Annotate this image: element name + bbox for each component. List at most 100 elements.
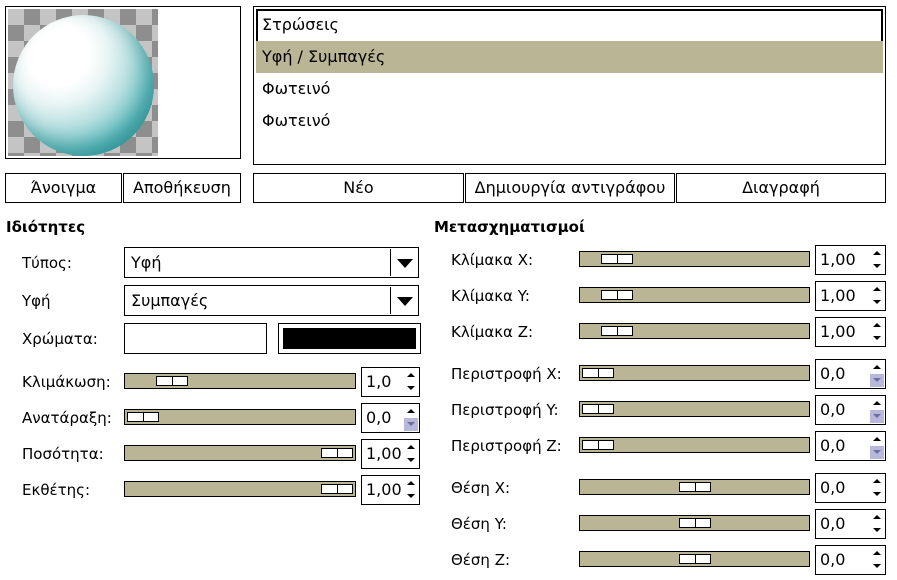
- scale-spin[interactable]: 1,0: [361, 367, 420, 397]
- spin-down-icon[interactable]: [870, 260, 884, 273]
- turbulence-value: 0,0: [366, 408, 392, 427]
- slider-thumb[interactable]: [601, 326, 633, 336]
- transform-slider[interactable]: [579, 323, 810, 339]
- transform-value: 0,0: [820, 478, 846, 497]
- spin-down-icon[interactable]: [870, 488, 884, 501]
- transform-label: Κλίμακα X:: [451, 251, 534, 269]
- slider-thumb[interactable]: [679, 482, 711, 492]
- spin-up-icon[interactable]: [870, 433, 884, 446]
- transform-slider[interactable]: [579, 365, 810, 381]
- transform-spin[interactable]: 1,00: [815, 281, 886, 311]
- transform-value: 0,0: [820, 400, 846, 419]
- spin-down-icon[interactable]: [870, 560, 884, 573]
- spin-down-icon[interactable]: [404, 382, 418, 395]
- spin-down-icon[interactable]: [404, 454, 418, 467]
- slider-thumb[interactable]: [156, 376, 188, 386]
- spin-up-icon[interactable]: [870, 283, 884, 296]
- spin-down-icon: [404, 418, 418, 431]
- texture-combo[interactable]: Συμπαγές: [124, 285, 419, 316]
- spin-up-icon[interactable]: [404, 405, 418, 418]
- spin-up-icon[interactable]: [870, 475, 884, 488]
- spin-up-icon[interactable]: [870, 397, 884, 410]
- spin-up-icon[interactable]: [404, 441, 418, 454]
- slider-thumb[interactable]: [679, 518, 711, 528]
- list-item[interactable]: Φωτεινό: [256, 105, 883, 137]
- spin-up-icon[interactable]: [870, 319, 884, 332]
- transform-slider[interactable]: [579, 551, 810, 567]
- chevron-down-icon[interactable]: [390, 287, 417, 314]
- transform-spin[interactable]: 0,0: [815, 359, 886, 389]
- chevron-down-icon[interactable]: [390, 249, 417, 276]
- transform-spin[interactable]: 0,0: [815, 509, 886, 539]
- transform-label: Περιστροφή Z:: [451, 437, 562, 455]
- list-item[interactable]: Υφή / Συμπαγές: [256, 41, 883, 73]
- type-label: Τύπος:: [22, 254, 72, 272]
- transform-slider[interactable]: [579, 251, 810, 267]
- color2-swatch[interactable]: [278, 323, 421, 354]
- transform-value: 0,0: [820, 364, 846, 383]
- transform-spin[interactable]: 0,0: [815, 545, 886, 575]
- scale-slider[interactable]: [124, 373, 356, 389]
- slider-thumb[interactable]: [601, 254, 633, 264]
- spin-up-icon[interactable]: [870, 511, 884, 524]
- slider-thumb[interactable]: [582, 368, 614, 378]
- color1-swatch[interactable]: [124, 323, 267, 354]
- transform-slider[interactable]: [579, 287, 810, 303]
- turbulence-slider[interactable]: [124, 409, 356, 425]
- list-item[interactable]: Στρώσεις: [256, 9, 883, 45]
- exponent-spin[interactable]: 1,00: [361, 475, 420, 505]
- exponent-value: 1,00: [366, 480, 402, 499]
- turbulence-label: Ανατάραξη:: [22, 409, 112, 427]
- duplicate-button[interactable]: Δημιουργία αντιγράφου: [465, 173, 675, 203]
- turbulence-spin[interactable]: 0,0: [361, 403, 420, 433]
- amount-spin[interactable]: 1,00: [361, 439, 420, 469]
- exponent-slider[interactable]: [124, 481, 356, 497]
- transform-spin[interactable]: 1,00: [815, 245, 886, 275]
- type-combo[interactable]: Υφή: [124, 247, 419, 278]
- spin-down-icon[interactable]: [404, 490, 418, 503]
- transform-label: Κλίμακα Z:: [451, 323, 534, 341]
- spin-down-icon[interactable]: [870, 296, 884, 309]
- scale-label: Κλιμάκωση:: [22, 373, 111, 391]
- layer-list[interactable]: Στρώσεις Υφή / Συμπαγές Φωτεινό Φωτεινό: [253, 6, 886, 165]
- type-combo-value: Υφή: [131, 253, 162, 272]
- slider-thumb[interactable]: [127, 412, 159, 422]
- slider-thumb[interactable]: [582, 404, 614, 414]
- spin-up-icon[interactable]: [404, 369, 418, 382]
- slider-thumb[interactable]: [321, 484, 353, 494]
- open-button[interactable]: Άνοιγμα: [5, 173, 122, 203]
- transform-value: 0,0: [820, 436, 846, 455]
- transform-slider[interactable]: [579, 515, 810, 531]
- transform-spin[interactable]: 0,0: [815, 431, 886, 461]
- spin-up-icon[interactable]: [870, 361, 884, 374]
- slider-thumb[interactable]: [321, 448, 353, 458]
- transform-spin[interactable]: 0,0: [815, 395, 886, 425]
- spin-down-icon[interactable]: [870, 524, 884, 537]
- delete-button[interactable]: Διαγραφή: [676, 173, 886, 203]
- transform-label: Θέση Z:: [451, 551, 511, 569]
- transform-spin[interactable]: 0,0: [815, 473, 886, 503]
- spin-up-icon[interactable]: [404, 477, 418, 490]
- slider-thumb[interactable]: [679, 554, 711, 564]
- slider-thumb[interactable]: [582, 440, 614, 450]
- save-button[interactable]: Αποθήκευση: [123, 173, 241, 203]
- transform-spin[interactable]: 1,00: [815, 317, 886, 347]
- transform-slider[interactable]: [579, 437, 810, 453]
- spin-up-icon[interactable]: [870, 547, 884, 560]
- transform-slider[interactable]: [579, 401, 810, 417]
- slider-thumb[interactable]: [601, 290, 633, 300]
- color2-fill: [283, 328, 416, 349]
- list-item[interactable]: Φωτεινό: [256, 73, 883, 105]
- amount-slider[interactable]: [124, 445, 356, 461]
- properties-header: Ιδιότητες: [6, 218, 86, 236]
- spin-down-icon: [870, 374, 884, 387]
- transform-value: 1,00: [820, 322, 856, 341]
- new-button[interactable]: Νέο: [253, 173, 464, 203]
- transform-value: 1,00: [820, 286, 856, 305]
- spin-up-icon[interactable]: [870, 247, 884, 260]
- texture-preview: [5, 6, 241, 159]
- transform-slider[interactable]: [579, 479, 810, 495]
- amount-label: Ποσότητα:: [22, 445, 104, 463]
- spin-down-icon[interactable]: [870, 332, 884, 345]
- transform-label: Περιστροφή Y:: [451, 401, 559, 419]
